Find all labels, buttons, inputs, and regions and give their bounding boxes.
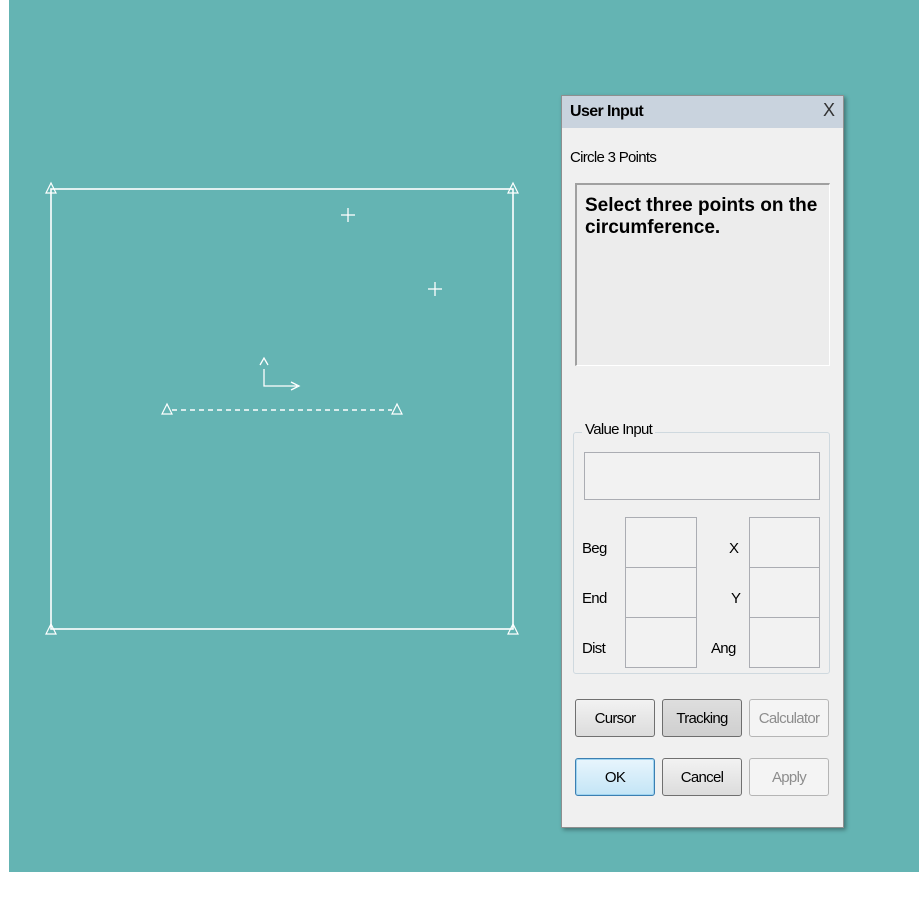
- x-label: X: [729, 540, 739, 557]
- end-label: End: [582, 590, 607, 607]
- ang-label: Ang: [711, 640, 736, 657]
- x-field[interactable]: [749, 517, 820, 568]
- cursor-button[interactable]: Cursor: [575, 699, 655, 737]
- picked-point-1: [341, 208, 355, 222]
- close-icon[interactable]: X: [823, 100, 835, 121]
- value-input-legend: Value Input: [582, 421, 656, 438]
- ang-field[interactable]: [749, 617, 820, 668]
- tracking-button[interactable]: Tracking: [662, 699, 742, 737]
- value-input-field[interactable]: [584, 452, 820, 500]
- line-start-marker[interactable]: [161, 402, 173, 415]
- beg-label: Beg: [582, 540, 607, 557]
- calculator-button[interactable]: Calculator: [749, 699, 829, 737]
- ok-button[interactable]: OK: [575, 758, 655, 796]
- end-field[interactable]: [625, 567, 697, 618]
- dialog-title: User Input: [570, 103, 644, 120]
- y-label: Y: [731, 590, 741, 607]
- vertex-markers: [45, 181, 519, 635]
- user-input-dialog: User Input X Circle 3 Points Select thre…: [561, 95, 844, 828]
- prompt-text: Select three points on the circumference…: [585, 195, 818, 238]
- dialog-titlebar[interactable]: User Input X: [562, 96, 843, 128]
- line-end-marker[interactable]: [391, 402, 403, 415]
- picked-point-2: [428, 282, 442, 296]
- prompt-box: Select three points on the circumference…: [575, 183, 830, 366]
- beg-field[interactable]: [625, 517, 697, 568]
- dist-label: Dist: [582, 640, 606, 657]
- ucs-axis-icon: [259, 356, 301, 391]
- y-field[interactable]: [749, 567, 820, 618]
- command-name: Circle 3 Points: [570, 149, 657, 166]
- rectangle-outline[interactable]: [50, 188, 514, 630]
- dist-field[interactable]: [625, 617, 697, 668]
- apply-button[interactable]: Apply: [749, 758, 829, 796]
- cancel-button[interactable]: Cancel: [662, 758, 742, 796]
